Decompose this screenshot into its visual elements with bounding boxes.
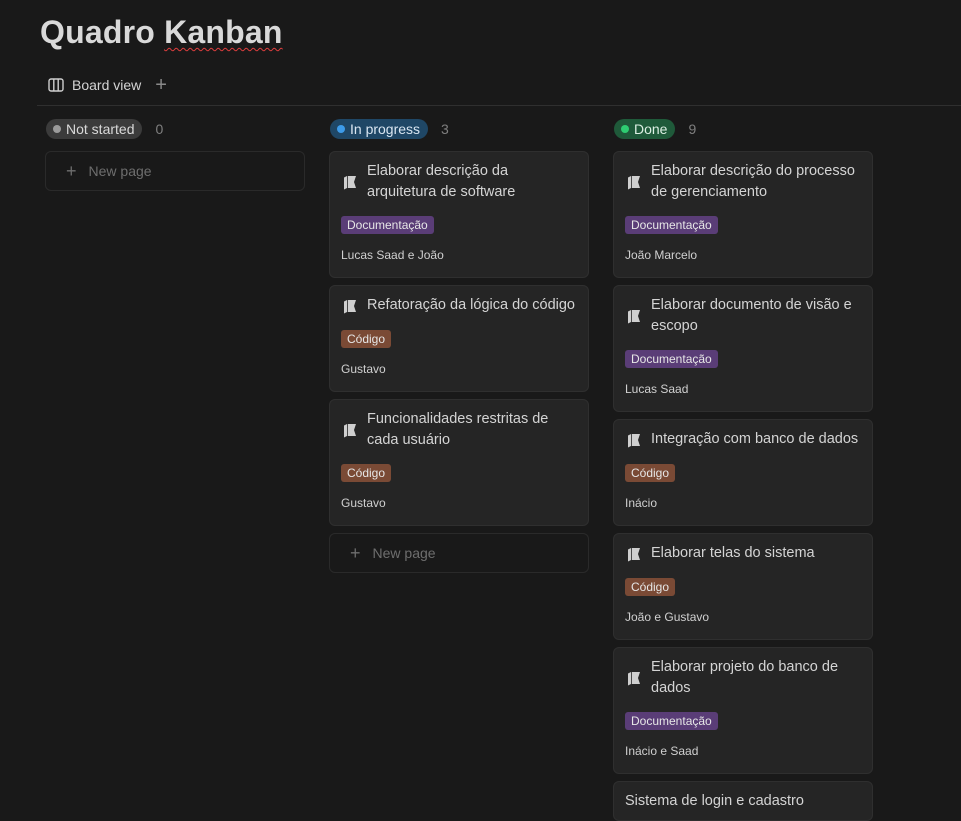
status-pill-in-progress[interactable]: In progress	[330, 119, 429, 139]
card-count: 0	[155, 121, 164, 137]
column-header: Not started 0	[45, 118, 307, 140]
tag-codigo: Código	[625, 464, 676, 482]
kanban-card[interactable]: Elaborar projeto do banco de dados Docum…	[613, 647, 873, 774]
document-icon	[628, 548, 640, 562]
card-assignee: Lucas Saad	[625, 382, 689, 396]
card-title-row: Elaborar documento de visão e escopo	[625, 295, 862, 337]
card-title-row: Integração com banco de dados	[625, 429, 862, 450]
card-assignee: João Marcelo	[625, 248, 698, 262]
plus-icon: +	[66, 161, 77, 181]
status-dot	[621, 125, 629, 133]
column-not-started: Not started 0 + New page	[45, 118, 307, 191]
card-title: Elaborar descrição do processo de gerenc…	[651, 163, 855, 200]
tab-board-view[interactable]: Board view	[40, 72, 149, 98]
page-title-misspelled-word: Kanban	[164, 14, 283, 50]
new-page-label: New page	[88, 163, 152, 179]
document-icon	[628, 176, 640, 190]
card-title: Elaborar documento de visão e escopo	[651, 297, 852, 334]
status-label: In progress	[350, 121, 421, 137]
status-label: Not started	[66, 121, 135, 137]
new-page-button[interactable]: + New page	[45, 151, 305, 191]
document-icon	[344, 300, 356, 314]
card-title: Sistema de login e cadastro	[625, 793, 804, 809]
tag-codigo: Código	[341, 330, 392, 348]
kanban-card[interactable]: Integração com banco de dados Código Iná…	[613, 419, 873, 526]
card-title: Elaborar telas do sistema	[651, 545, 815, 561]
card-assignee: Inácio e Saad	[625, 744, 699, 758]
kanban-card[interactable]: Refatoração da lógica do código Código G…	[329, 285, 589, 392]
board-view-icon	[48, 78, 64, 92]
document-icon	[344, 176, 356, 190]
page-title[interactable]: Quadro Kanban	[40, 14, 283, 51]
kanban-card[interactable]: Elaborar descrição da arquitetura de sof…	[329, 151, 589, 278]
tag-documentacao: Documentação	[625, 216, 718, 234]
tag-documentacao: Documentação	[341, 216, 434, 234]
card-title: Elaborar descrição da arquitetura de sof…	[367, 163, 516, 200]
status-pill-not-started[interactable]: Not started	[46, 119, 143, 139]
card-title: Funcionalidades restritas de cada usuári…	[367, 411, 549, 448]
status-dot	[53, 125, 61, 133]
tab-board-view-label: Board view	[72, 77, 142, 93]
page-title-text: Quadro	[40, 14, 165, 50]
tag-codigo: Código	[341, 464, 392, 482]
plus-icon: +	[350, 543, 361, 563]
card-assignee: João e Gustavo	[625, 610, 710, 624]
column-header: In progress 3	[329, 118, 591, 140]
card-title-row: Elaborar projeto do banco de dados	[625, 657, 862, 699]
card-title-row: Refatoração da lógica do código	[341, 295, 578, 316]
kanban-card[interactable]: Elaborar descrição do processo de gerenc…	[613, 151, 873, 278]
column-done: Done 9 Elaborar descrição do processo de…	[613, 118, 875, 821]
status-dot	[337, 125, 345, 133]
new-page-label: New page	[372, 545, 436, 561]
tag-documentacao: Documentação	[625, 350, 718, 368]
status-label: Done	[634, 121, 668, 137]
status-pill-done[interactable]: Done	[614, 119, 676, 139]
card-assignee: Lucas Saad e João	[341, 248, 444, 262]
card-assignee: Gustavo	[341, 362, 386, 376]
add-view-button[interactable]: +	[155, 75, 167, 95]
kanban-card[interactable]: Funcionalidades restritas de cada usuári…	[329, 399, 589, 526]
document-icon	[628, 434, 640, 448]
card-title: Refatoração da lógica do código	[367, 297, 575, 313]
card-title: Integração com banco de dados	[651, 431, 859, 447]
divider	[37, 105, 961, 106]
tag-documentacao: Documentação	[625, 712, 718, 730]
new-page-button[interactable]: + New page	[329, 533, 589, 573]
card-assignee: Inácio	[625, 496, 658, 510]
view-tabs: Board view +	[40, 72, 167, 98]
document-icon	[344, 424, 356, 438]
kanban-card[interactable]: Elaborar documento de visão e escopo Doc…	[613, 285, 873, 412]
card-title-row: Elaborar descrição do processo de gerenc…	[625, 161, 862, 203]
card-count: 9	[688, 121, 697, 137]
card-count: 3	[441, 121, 449, 137]
kanban-card[interactable]: Sistema de login e cadastro	[613, 781, 873, 821]
card-title: Elaborar projeto do banco de dados	[651, 659, 839, 696]
column-header: Done 9	[613, 118, 875, 140]
card-title-row: Funcionalidades restritas de cada usuári…	[341, 409, 578, 451]
tag-codigo: Código	[625, 578, 676, 596]
column-in-progress: In progress 3 Elaborar descrição da arqu…	[329, 118, 591, 573]
card-assignee: Gustavo	[341, 496, 386, 510]
card-title-row: Elaborar telas do sistema	[625, 543, 862, 564]
document-icon	[628, 672, 640, 686]
document-icon	[628, 310, 640, 324]
card-title-row: Elaborar descrição da arquitetura de sof…	[341, 161, 578, 203]
kanban-card[interactable]: Elaborar telas do sistema Código João e …	[613, 533, 873, 640]
